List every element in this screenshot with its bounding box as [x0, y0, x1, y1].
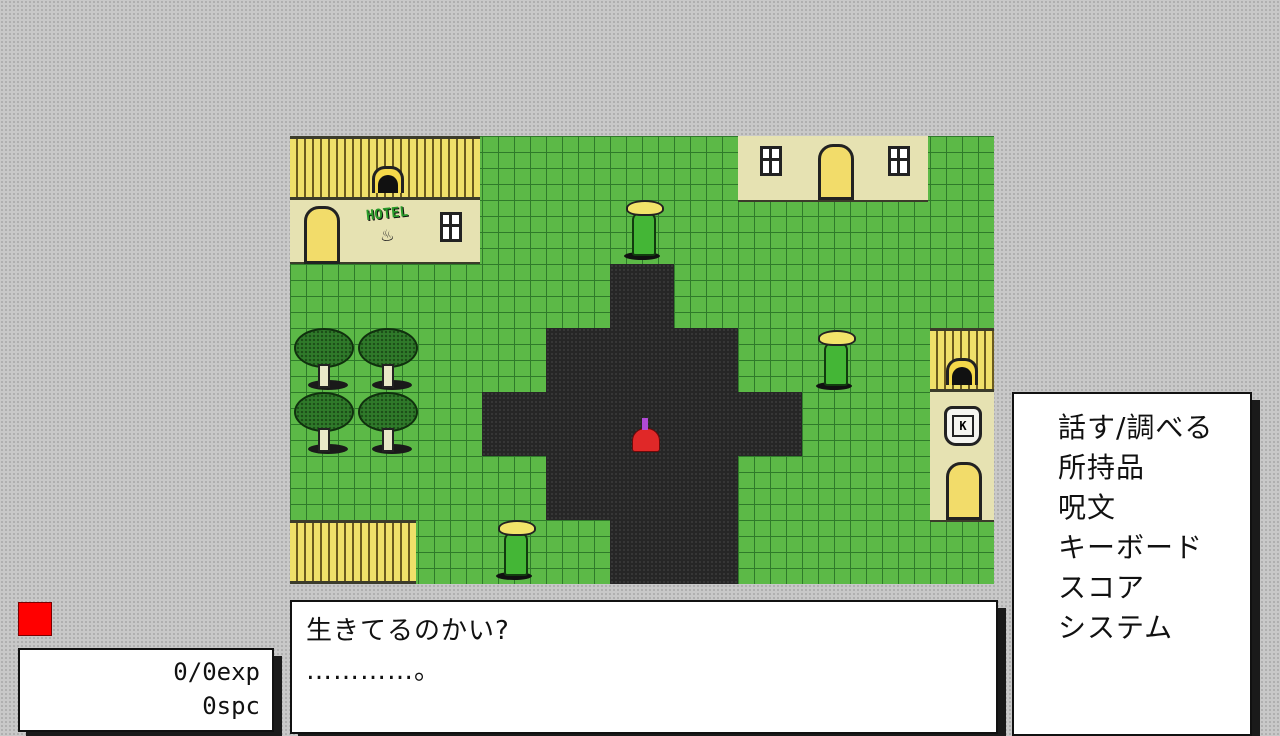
tree: [356, 392, 418, 458]
menu-item-keyboard[interactable]: キーボード: [1058, 526, 1203, 566]
house-window-left: [760, 146, 782, 176]
npc-villager[interactable]: [622, 200, 664, 260]
tree: [292, 392, 354, 458]
shop-sign: K: [944, 406, 982, 446]
npc-villager[interactable]: [494, 520, 536, 580]
shop-upper-door: [946, 358, 978, 385]
game-map[interactable]: HOTEL ♨ K: [290, 136, 994, 584]
dark-path: [674, 520, 738, 584]
menu-item-score[interactable]: スコア: [1058, 566, 1145, 606]
npc-villager[interactable]: [814, 330, 856, 390]
menu-item-system[interactable]: システム: [1058, 606, 1173, 646]
menu-item-inventory[interactable]: 所持品: [1058, 446, 1145, 486]
hotel-upper-door: [372, 166, 404, 193]
tree: [292, 328, 354, 394]
stats-panel: 0/0exp 0spc: [18, 648, 274, 732]
shop-sign-text: K: [952, 415, 974, 437]
dialog-line-2: …………。: [306, 656, 442, 686]
menu-item-talk-examine[interactable]: 話す/調べる: [1058, 406, 1213, 446]
hotel-window: [440, 212, 462, 242]
house-door[interactable]: [818, 144, 854, 200]
exp-value: 0/0exp: [173, 658, 260, 686]
hotel-door[interactable]: [304, 206, 340, 264]
status-indicator: [18, 602, 52, 636]
hotel-sign: HOTEL ♨: [354, 204, 420, 254]
spc-value: 0spc: [202, 692, 260, 720]
player-character: [630, 418, 660, 452]
dialog-line-1: 生きてるのかい?: [306, 616, 510, 646]
house-window-right: [888, 146, 910, 176]
fence: [290, 520, 416, 584]
dialog-box: 生きてるのかい? …………。: [290, 600, 998, 734]
command-menu: 話す/調べる 所持品 呪文 キーボード スコア システム: [1012, 392, 1252, 736]
tree: [356, 328, 418, 394]
shop-door[interactable]: [946, 462, 982, 520]
menu-item-spells[interactable]: 呪文: [1058, 486, 1116, 526]
